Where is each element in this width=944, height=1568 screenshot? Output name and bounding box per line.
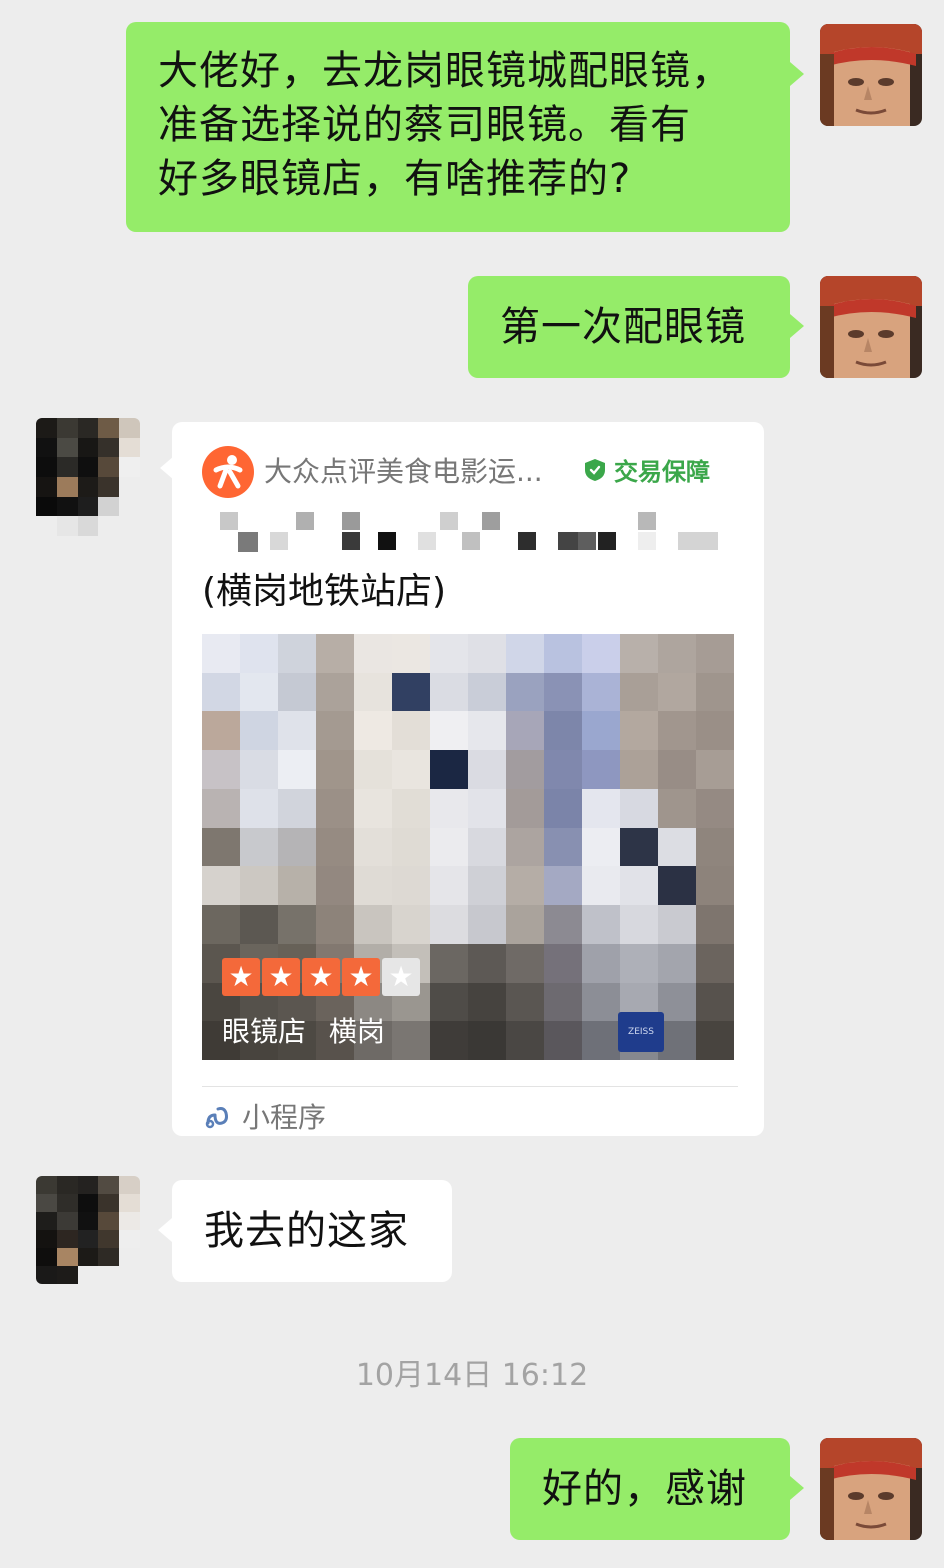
shop-branch-name: (横岗地铁站店)	[202, 571, 447, 612]
pixelated-avatar	[36, 1176, 140, 1284]
dianping-logo-icon	[202, 446, 254, 498]
chat-timestamp: 10月14日 16:12	[355, 1358, 589, 1393]
mini-program-footer: 小程序	[202, 1096, 326, 1136]
my-avatar[interactable]	[820, 24, 922, 126]
my-avatar[interactable]	[820, 276, 922, 378]
message-text-5: 好的，感谢	[542, 1466, 747, 1512]
shop-category-tag: 眼镜店	[222, 1015, 307, 1048]
bubble-tail	[790, 314, 804, 338]
message-text-2: 第一次配眼镜	[500, 304, 746, 350]
avatar-image	[820, 24, 922, 126]
card-source-name: 大众点评美食电影运...	[264, 455, 543, 488]
mini-program-label: 小程序	[242, 1101, 327, 1134]
message-text-4: 我去的这家	[204, 1208, 409, 1254]
shop-tags: 眼镜店 横岗	[222, 1010, 399, 1050]
mini-program-card[interactable]: 大众点评美食电影运... 交易保障 (横岗地铁站店) ★ ★ ★ ★ ★ 眼镜店…	[172, 422, 764, 1136]
message-bubble-1[interactable]: 大佬好，去龙岗眼镜城配眼镜， 准备选择说的蔡司眼镜。看有 好多眼镜店，有啥推荐的…	[126, 22, 804, 232]
message-text-1: 大佬好，去龙岗眼镜城配眼镜， 准备选择说的蔡司眼镜。看有 好多眼镜店，有啥推荐的…	[158, 48, 732, 202]
pixelated-photo	[202, 634, 734, 1060]
shield-icon	[585, 458, 605, 481]
shop-area-tag: 横岗	[328, 1015, 385, 1048]
avatar-image	[820, 276, 922, 378]
star-icon: ★	[222, 958, 260, 996]
star-empty-icon: ★	[382, 958, 420, 996]
guarantee-label: 交易保障	[614, 458, 710, 486]
bubble-tail	[790, 1476, 804, 1500]
contact-avatar[interactable]	[36, 418, 140, 536]
star-icon: ★	[342, 958, 380, 996]
shop-photo: ★ ★ ★ ★ ★ 眼镜店 横岗 ZEISS	[202, 634, 734, 1060]
bubble-tail	[790, 62, 804, 86]
message-bubble-2[interactable]: 第一次配眼镜	[468, 276, 804, 378]
blurred-shop-name	[220, 512, 718, 552]
my-avatar[interactable]	[820, 1438, 922, 1540]
mini-program-link-icon	[205, 1107, 228, 1129]
star-icon: ★	[262, 958, 300, 996]
guarantee-badge: 交易保障	[584, 452, 710, 487]
avatar-image	[820, 1438, 922, 1540]
contact-avatar[interactable]	[36, 1176, 140, 1284]
message-bubble-4[interactable]: 我去的这家	[158, 1180, 452, 1282]
star-icon: ★	[302, 958, 340, 996]
bubble-tail	[158, 1218, 172, 1242]
card-divider	[202, 1086, 738, 1087]
pixelated-avatar	[36, 418, 140, 536]
rating-stars: ★ ★ ★ ★ ★	[222, 958, 420, 996]
zeiss-logo: ZEISS	[618, 1012, 664, 1052]
message-bubble-5[interactable]: 好的，感谢	[510, 1438, 804, 1540]
